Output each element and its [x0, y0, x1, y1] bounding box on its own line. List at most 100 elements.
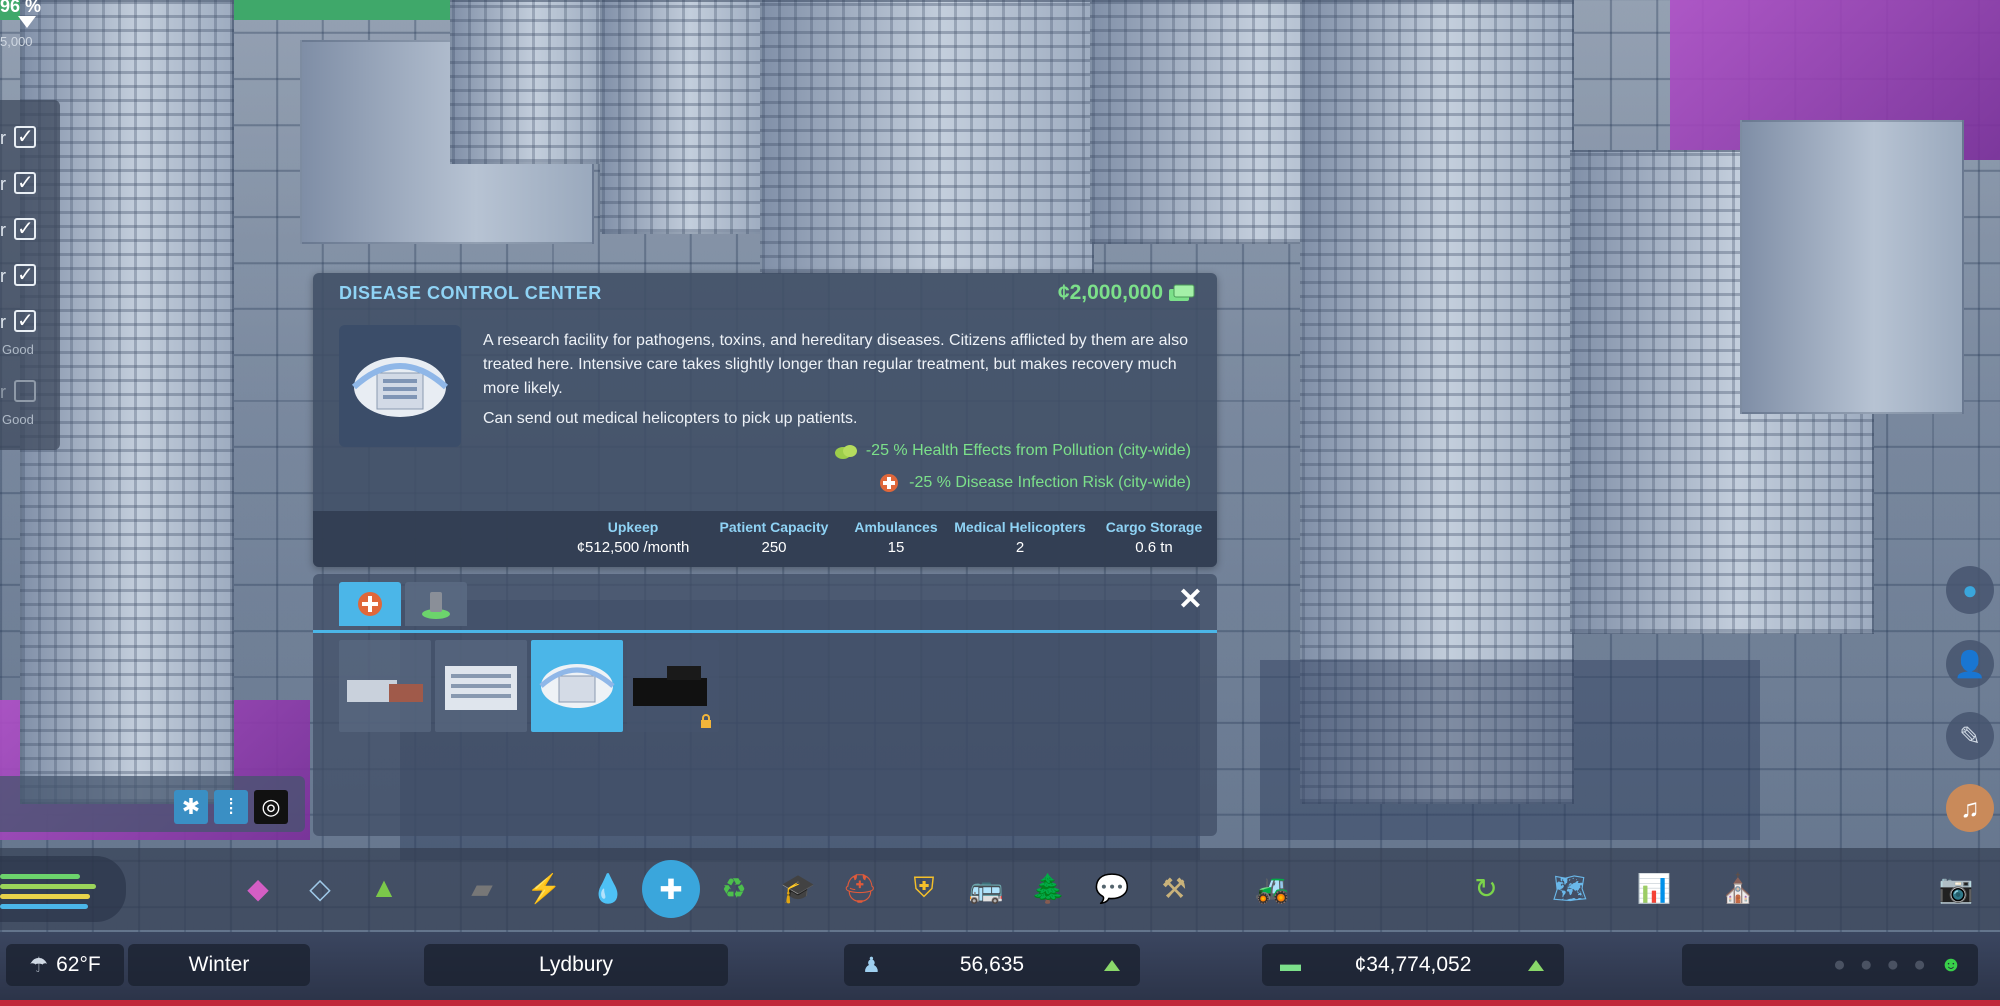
info-row[interactable]: r — [0, 256, 60, 296]
map-icon[interactable]: 🗺 — [1548, 866, 1592, 910]
water-icon[interactable]: 💧 — [586, 866, 630, 910]
info-row[interactable]: r Good — [0, 372, 60, 427]
info-row[interactable]: r Good — [0, 302, 60, 357]
stat-label: Medical Helicopters — [954, 519, 1086, 535]
building-thumbnail — [339, 325, 461, 447]
season-display[interactable]: Winter — [128, 944, 310, 986]
city-name: Lydbury — [539, 953, 613, 976]
row-checkbox[interactable] — [14, 308, 36, 333]
temperature: 62°F — [56, 953, 101, 976]
grid-snap-button[interactable]: ⁞ — [214, 790, 248, 824]
health-cross-icon — [880, 474, 899, 492]
stat-medical-helicopters: Medical Helicopters 2 — [945, 519, 1095, 556]
level-bar — [0, 884, 96, 889]
communications-icon[interactable]: 💬 — [1090, 866, 1134, 910]
asset-item-locked[interactable] — [627, 640, 719, 732]
stat-label: Upkeep — [607, 519, 659, 535]
level-bar — [0, 904, 88, 909]
row-checkbox[interactable] — [14, 262, 36, 287]
main-toolbar: ◆ ◇ ▲ ▰ ⚡ 💧 ✚ ♻ 🎓 ⛑ ⛨ 🚌 🌲 💬 ⚒ 🚜 ↻ 🗺 📊 ⛪ … — [0, 848, 2000, 930]
effect-text: -25 % Disease Infection Risk (city-wide) — [909, 474, 1191, 491]
photo-mode-icon[interactable]: 📷 — [1934, 866, 1978, 910]
circle-snap-button[interactable]: ◎ — [254, 790, 288, 824]
asset-item-hospital[interactable] — [435, 640, 527, 732]
effect-text: -25 % Health Effects from Pollution (cit… — [865, 442, 1191, 459]
info-row[interactable]: r — [0, 164, 60, 204]
notes-icon: ✎ — [1959, 720, 1981, 751]
info-row[interactable]: r — [0, 118, 60, 158]
city-level-bars — [0, 856, 126, 922]
bulldozer-icon[interactable]: 🚜 — [1250, 866, 1294, 910]
effect-disease: -25 % Disease Infection Risk (city-wide) — [877, 473, 1191, 493]
clinic-building-icon — [347, 680, 423, 702]
bird-icon: ● — [1962, 574, 1978, 605]
radio-button[interactable]: ♫ — [1946, 784, 1994, 832]
stat-label: Ambulances — [854, 519, 938, 535]
info-row[interactable]: r — [0, 210, 60, 250]
unhappy-face-icon: ● — [1859, 953, 1873, 976]
asset-selector-panel: ✕ — [313, 574, 1217, 836]
chirper-button[interactable]: ● — [1946, 566, 1994, 614]
content-face-icon: ● — [1913, 953, 1926, 976]
building-info-panel: DISEASE CONTROL CENTER ¢2,000,000 A rese… — [313, 273, 1217, 567]
building — [600, 0, 764, 234]
advisor-icon[interactable]: ↻ — [1464, 866, 1508, 910]
building-description: A research facility for pathogens, toxin… — [483, 329, 1193, 437]
stat-value: 2 — [1015, 539, 1025, 556]
population-icon: ♟ — [862, 953, 881, 977]
effect-pollution: -25 % Health Effects from Pollution (cit… — [834, 441, 1191, 461]
row-label: r — [0, 174, 6, 194]
area-icon[interactable]: ◇ — [298, 866, 342, 910]
stat-value: 15 — [887, 539, 905, 556]
citizen-icon: 👤 — [1953, 648, 1987, 679]
transport-icon[interactable]: 🚌 — [964, 866, 1008, 910]
snap-button[interactable]: ✱ — [174, 790, 208, 824]
close-button[interactable]: ✕ — [1178, 582, 1203, 617]
police-icon[interactable]: ⛨ — [902, 866, 946, 910]
zoning-icon[interactable]: ◆ — [236, 866, 280, 910]
coverage-marker-icon — [18, 16, 36, 28]
stats-icon[interactable]: 📊 — [1632, 866, 1676, 910]
neutral-face-icon: ● — [1886, 953, 1900, 976]
disease-control-building-icon — [539, 664, 615, 708]
health-icon[interactable]: ✚ — [642, 860, 700, 918]
level-bar — [0, 874, 80, 879]
coverage-sub-value: 5,000 — [0, 34, 33, 49]
building — [760, 0, 1094, 274]
landscaping-icon[interactable]: ▲ — [362, 866, 406, 910]
asset-item-disease-control-center[interactable] — [531, 640, 623, 732]
status-bar: ☂ 62°F Winter Lydbury ♟ 56,635 ▬ ¢34,774… — [0, 932, 2000, 1006]
city-name-display[interactable]: Lydbury — [424, 944, 728, 986]
happiness-display[interactable]: ● ● ● ● ☻ — [1682, 944, 1978, 986]
citizen-button[interactable]: 👤 — [1946, 640, 1994, 688]
roads-icon[interactable]: ▰ — [460, 866, 504, 910]
season: Winter — [188, 953, 250, 976]
garbage-icon[interactable]: ♻ — [712, 866, 756, 910]
row-checkbox[interactable] — [14, 216, 36, 241]
money-display[interactable]: ▬ ¢34,774,052 — [1262, 944, 1564, 986]
landmark-icon[interactable]: ⛪ — [1716, 866, 1760, 910]
tab-health[interactable] — [339, 582, 401, 626]
electricity-icon[interactable]: ⚡ — [522, 866, 566, 910]
parks-icon[interactable]: 🌲 — [1026, 866, 1070, 910]
population-display[interactable]: ♟ 56,635 — [844, 944, 1140, 986]
stat-label: Patient Capacity — [719, 519, 829, 535]
notes-button[interactable]: ✎ — [1946, 712, 1994, 760]
weather-display[interactable]: ☂ 62°F — [6, 944, 124, 986]
education-icon[interactable]: 🎓 — [776, 866, 820, 910]
row-label: r — [0, 220, 6, 240]
building-title: DISEASE CONTROL CENTER — [339, 283, 602, 303]
asset-item-clinic[interactable] — [339, 640, 431, 732]
tab-deathcare[interactable] — [405, 582, 467, 626]
building-stats: Upkeep ¢512,500 /month Patient Capacity … — [313, 511, 1217, 567]
row-checkbox[interactable] — [14, 380, 36, 402]
row-checkbox[interactable] — [14, 170, 36, 195]
row-checkbox[interactable] — [14, 124, 36, 149]
coverage-percent: 96 % — [0, 0, 42, 16]
happy-face-icon: ☻ — [1939, 953, 1962, 976]
population-up-icon — [1104, 960, 1120, 971]
shovel-icon[interactable]: ⚒ — [1152, 866, 1196, 910]
description-text: A research facility for pathogens, toxin… — [483, 332, 1188, 397]
stat-upkeep: Upkeep ¢512,500 /month — [573, 519, 693, 556]
fire-icon[interactable]: ⛑ — [838, 866, 882, 910]
